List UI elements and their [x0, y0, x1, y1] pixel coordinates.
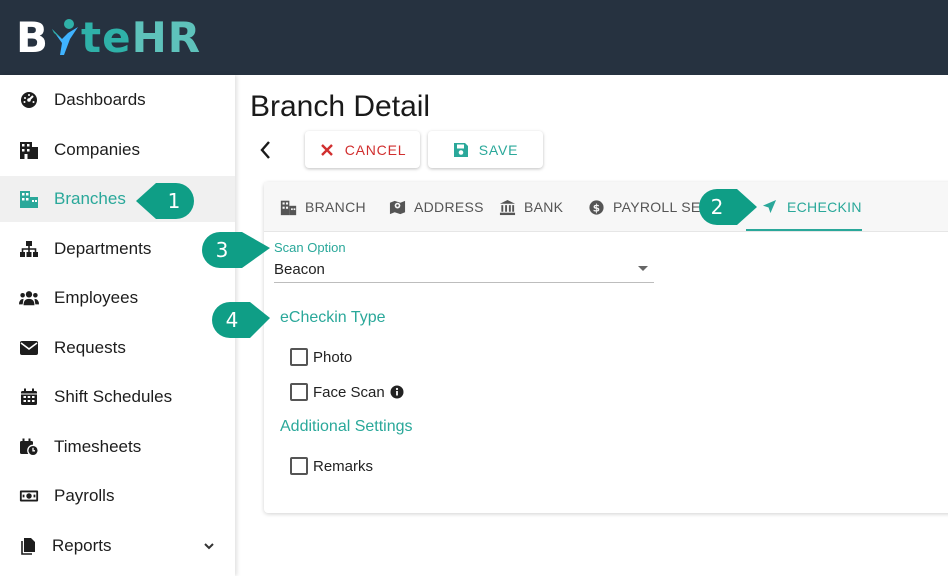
sidebar-item-companies[interactable]: Companies	[0, 127, 235, 173]
sidebar-item-label: Employees	[54, 288, 139, 307]
remarks-checkbox[interactable]	[290, 457, 308, 475]
sitemap-icon	[19, 239, 39, 259]
file-icon	[19, 536, 39, 556]
cancel-button[interactable]: CANCEL	[305, 131, 420, 168]
users-icon	[19, 288, 39, 308]
sidebar-item-timesheets[interactable]: Timesheets	[0, 424, 235, 470]
callout-1: 1	[134, 181, 196, 221]
svg-text:$: $	[593, 202, 601, 214]
active-tab-indicator	[746, 229, 862, 231]
page-title: Branch Detail	[250, 90, 431, 123]
scan-option-label: Scan Option	[274, 240, 346, 255]
echeckin-type-title: eCheckin Type	[280, 309, 386, 326]
remarks-label: Remarks	[313, 457, 374, 475]
face-scan-checkbox-row[interactable]: Face Scan	[290, 382, 404, 402]
tab-label: BRANCH	[305, 199, 366, 215]
remarks-checkbox-row[interactable]: Remarks	[290, 456, 373, 476]
dollar-circle-icon: $	[588, 199, 605, 216]
chevron-down-icon[interactable]	[200, 537, 218, 555]
scan-option-value: Beacon	[274, 260, 325, 278]
sidebar-item-branches[interactable]: Branches	[0, 176, 235, 222]
bytehr-logo[interactable]: B te HR	[16, 13, 201, 62]
callout-number: 4	[225, 308, 239, 332]
dashboard-icon	[19, 90, 39, 110]
map-icon	[389, 199, 406, 216]
tab-label: ECHECKIN	[787, 199, 862, 215]
envelope-icon	[19, 338, 39, 358]
photo-label: Photo	[313, 348, 353, 366]
callout-number: 3	[215, 238, 229, 262]
tab-branch[interactable]: BRANCH	[280, 182, 366, 232]
sidebar: Dashboards Companies Branches Department…	[0, 75, 235, 576]
top-bar: B te HR	[0, 0, 948, 75]
bank-icon	[499, 199, 516, 216]
sidebar-item-label: Reports	[52, 536, 112, 555]
sidebar-item-label: Shift Schedules	[54, 387, 173, 406]
sidebar-item-label: Requests	[54, 338, 126, 357]
info-icon[interactable]	[390, 385, 404, 399]
logo-figure-icon	[50, 17, 80, 57]
scan-option-select[interactable]: Beacon	[274, 256, 654, 283]
callout-2: 2	[693, 187, 759, 227]
sidebar-item-payrolls[interactable]: Payrolls	[0, 473, 235, 519]
sidebar-item-reports[interactable]: Reports	[0, 523, 235, 569]
tab-payroll-settings[interactable]: $ PAYROLL SET	[588, 182, 709, 232]
close-icon	[319, 142, 335, 158]
sidebar-item-dashboards[interactable]: Dashboards	[0, 77, 235, 123]
tab-address[interactable]: ADDRESS	[389, 182, 484, 232]
sidebar-item-label: Companies	[54, 140, 140, 159]
sidebar-item-employees[interactable]: Employees	[0, 275, 235, 321]
sidebar-item-shift-schedules[interactable]: Shift Schedules	[0, 374, 235, 420]
save-button[interactable]: SAVE	[428, 131, 543, 168]
tab-bank[interactable]: BANK	[499, 182, 563, 232]
face-scan-checkbox[interactable]	[290, 383, 308, 401]
photo-checkbox-row[interactable]: Photo	[290, 347, 352, 367]
chevron-left-icon	[260, 141, 270, 159]
calendar-clock-icon	[19, 437, 39, 457]
back-button[interactable]	[255, 138, 277, 162]
cancel-button-label: CANCEL	[344, 141, 407, 158]
callout-number: 1	[167, 189, 181, 213]
photo-checkbox[interactable]	[290, 348, 308, 366]
location-arrow-icon	[762, 199, 779, 216]
callout-4: 4	[208, 300, 272, 340]
sidebar-item-label: Dashboards	[54, 90, 146, 109]
sidebar-item-label: Branches	[54, 189, 126, 208]
building-icon	[19, 140, 39, 160]
calendar-icon	[19, 387, 39, 407]
sidebar-item-label: Payrolls	[54, 486, 115, 505]
money-icon	[19, 486, 39, 506]
save-icon	[453, 142, 469, 158]
branch-icon	[280, 199, 297, 216]
face-scan-label: Face Scan	[313, 383, 385, 401]
tab-echeckin[interactable]: ECHECKIN	[762, 182, 862, 232]
tab-label: BANK	[524, 199, 564, 215]
callout-number: 2	[710, 195, 724, 219]
sidebar-item-label: Timesheets	[54, 437, 142, 456]
tab-bar: BRANCH ADDRESS BANK $ PAYROLL SET ECHECK…	[264, 182, 948, 232]
tab-label: ADDRESS	[414, 199, 484, 215]
sidebar-item-requests[interactable]: Requests	[0, 325, 235, 371]
additional-settings-title: Additional Settings	[280, 418, 413, 435]
sidebar-item-label: Departments	[54, 239, 152, 258]
branch-icon	[19, 189, 39, 209]
save-button-label: SAVE	[478, 141, 519, 158]
dropdown-arrow-icon	[638, 266, 648, 271]
callout-3: 3	[198, 230, 272, 270]
